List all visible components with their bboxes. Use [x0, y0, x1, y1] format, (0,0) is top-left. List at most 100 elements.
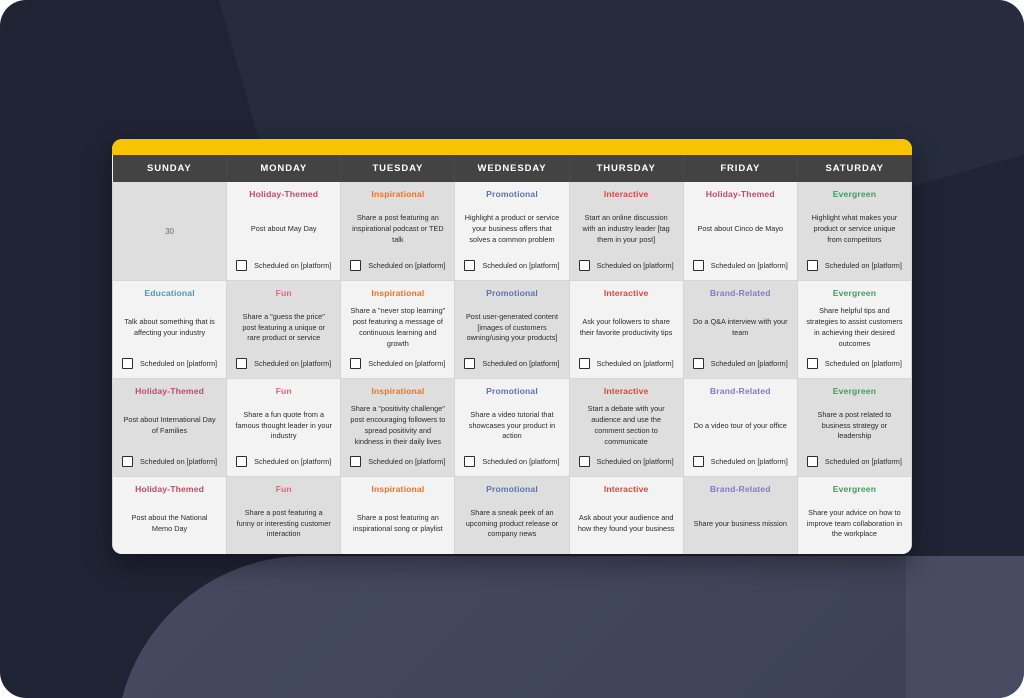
calendar-day-cell[interactable]: Holiday-Themed Post about International D… [112, 378, 228, 477]
post-description: Share a video tutorial that showcases yo… [460, 398, 563, 455]
post-description: Post about the National Memo Day [118, 496, 221, 553]
calendar-day-cell[interactable]: Interactive Start a debate with your audi… [568, 378, 684, 477]
day-cell-inner: Promotional Share a video tutorial that s… [455, 379, 568, 476]
post-description: Share a post featuring an inspirational … [346, 496, 449, 553]
post-description-text: Share a post featuring a funny or intere… [236, 507, 331, 539]
calendar-day-cell[interactable]: Brand-Related Do a Q&A interview with you… [682, 280, 798, 379]
scheduled-checkbox[interactable] [122, 456, 133, 467]
post-description: Start a debate with your audience and us… [575, 398, 678, 455]
day-cell-inner: Holiday-Themed Post about International D… [113, 379, 226, 476]
scheduled-checkbox[interactable] [464, 260, 476, 271]
scheduled-row[interactable]: Scheduled on [platform] [803, 259, 906, 275]
post-category-label: Interactive [603, 189, 649, 199]
scheduled-row[interactable]: Scheduled on [platform] [689, 553, 792, 555]
calendar-day-cell[interactable]: Holiday-Themed Post about Cinco de Mayo Sc… [682, 182, 798, 281]
scheduled-checkbox[interactable] [236, 456, 248, 467]
scheduled-checkbox[interactable] [692, 260, 704, 271]
scheduled-row[interactable]: Scheduled on [platform] [232, 357, 335, 373]
calendar-day-cell[interactable]: Interactive Start an online discussion wi… [568, 182, 684, 281]
calendar-day-cell[interactable]: Brand-Related Do a video tour of your off… [682, 378, 798, 477]
calendar-day-cell[interactable]: Brand-Related Share your business mission… [682, 476, 798, 555]
calendar-day-cell[interactable]: Inspirational Share a post featuring an i… [340, 476, 456, 555]
post-description-text: Ask your followers to share their favori… [579, 317, 673, 337]
calendar-day-cell[interactable]: Interactive Ask about your audience and h… [568, 476, 684, 555]
post-description: Share a post featuring an inspirational … [346, 201, 449, 259]
calendar-day-cell[interactable]: Holiday-Themed Post about the National Me… [112, 476, 228, 555]
scheduled-checkbox[interactable] [806, 260, 818, 271]
scheduled-row[interactable]: Scheduled on [platform] [575, 455, 678, 471]
scheduled-row[interactable]: Scheduled on [platform] [232, 259, 335, 275]
scheduled-row[interactable]: Scheduled on [platform] [346, 357, 449, 373]
scheduled-row[interactable]: Scheduled on [platform] [346, 553, 449, 555]
post-category-label: Holiday-Themed [705, 189, 775, 199]
calendar-day-cell[interactable]: Inspirational Share a "positivity challen… [340, 378, 456, 477]
calendar-day-cell[interactable]: Promotional Share a video tutorial that s… [454, 378, 570, 477]
scheduled-row[interactable]: Scheduled on [platform] [803, 455, 906, 471]
scheduled-row[interactable]: Scheduled on [platform] [118, 455, 221, 471]
scheduled-row[interactable]: Scheduled on [platform] [689, 455, 792, 471]
scheduled-checkbox[interactable] [464, 358, 476, 369]
scheduled-checkbox[interactable] [692, 358, 704, 369]
scheduled-row[interactable]: Scheduled on [platform] [118, 553, 221, 555]
day-cell-inner: Promotional Share a sneak peek of an upco… [455, 477, 568, 555]
calendar-day-cell[interactable]: Evergreen Share a post related to busines… [796, 378, 912, 477]
scheduled-row[interactable]: Scheduled on [platform] [689, 357, 792, 373]
calendar-day-cell[interactable]: Promotional Post user-generated content [… [454, 280, 570, 379]
scheduled-row[interactable]: Scheduled on [platform] [803, 357, 906, 373]
scheduled-row[interactable]: Scheduled on [platform] [575, 357, 678, 373]
scheduled-row[interactable]: Scheduled on [platform] [232, 553, 335, 555]
calendar-day-cell[interactable]: Holiday-Themed Post about May Day Schedule… [226, 182, 342, 281]
calendar-day-cell[interactable]: Fun Share a "guess the price" post featur… [226, 280, 342, 379]
scheduled-row[interactable]: Scheduled on [platform] [460, 357, 563, 373]
calendar-day-cell[interactable]: Fun Share a fun quote from a famous thoug… [226, 378, 342, 477]
calendar-day-cell[interactable]: Educational Talk about something that is … [112, 280, 228, 379]
day-cell-inner: Fun Share a fun quote from a famous thoug… [227, 379, 340, 476]
scheduled-checkbox[interactable] [464, 456, 476, 467]
scheduled-checkbox[interactable] [578, 358, 590, 369]
scheduled-checkbox[interactable] [236, 260, 248, 271]
scheduled-row[interactable]: Scheduled on [platform] [575, 259, 678, 275]
scheduled-row[interactable]: Scheduled on [platform] [689, 259, 792, 275]
scheduled-row[interactable]: Scheduled on [platform] [803, 553, 906, 555]
calendar-day-cell[interactable]: Inspirational Share a post featuring an i… [340, 182, 456, 281]
calendar-day-cell[interactable]: Evergreen Share helpful tips and strategi… [796, 280, 912, 379]
scheduled-checkbox[interactable] [350, 260, 362, 271]
post-description-text: Talk about something that is affecting y… [124, 317, 215, 337]
scheduled-row[interactable]: Scheduled on [platform] [460, 455, 563, 471]
scheduled-checkbox[interactable] [122, 358, 133, 369]
scheduled-checkbox[interactable] [578, 260, 590, 271]
scheduled-checkbox[interactable] [350, 358, 362, 369]
scheduled-row[interactable]: Scheduled on [platform] [575, 553, 678, 555]
scheduled-row[interactable]: Scheduled on [platform] [460, 259, 563, 275]
scheduled-label: Scheduled on [platform] [596, 359, 674, 368]
scheduled-row[interactable]: Scheduled on [platform] [118, 357, 221, 373]
calendar-week-row: 30 Holiday-Themed Post about May Day Schedu… [112, 182, 912, 281]
post-description: Start an online discussion with an indus… [575, 201, 678, 259]
calendar-week-row: Holiday-Themed Post about International D… [112, 378, 912, 477]
scheduled-checkbox[interactable] [350, 456, 362, 467]
calendar-day-cell-empty[interactable]: 30 [112, 182, 228, 281]
calendar-day-cell[interactable]: Interactive Ask your followers to share t… [568, 280, 684, 379]
day-cell-inner: Holiday-Themed Post about May Day Schedule… [227, 182, 340, 280]
post-category-label: Fun [275, 483, 292, 494]
scheduled-row[interactable]: Scheduled on [platform] [346, 259, 449, 275]
scheduled-checkbox[interactable] [236, 358, 248, 369]
calendar-day-cell[interactable]: Fun Share a post featuring a funny or int… [226, 476, 342, 555]
scheduled-checkbox[interactable] [806, 456, 818, 467]
calendar-day-cell[interactable]: Evergreen Highlight what makes your produ… [796, 182, 912, 281]
scheduled-checkbox[interactable] [692, 456, 704, 467]
calendar-day-cell[interactable]: Promotional Share a sneak peek of an upco… [454, 476, 570, 555]
scheduled-checkbox[interactable] [578, 456, 590, 467]
scheduled-row[interactable]: Scheduled on [platform] [346, 455, 449, 471]
calendar-day-cell[interactable]: Inspirational Share a "never stop learnin… [340, 280, 456, 379]
scheduled-row[interactable]: Scheduled on [platform] [460, 553, 563, 555]
calendar-day-cell[interactable]: Promotional Highlight a product or servic… [454, 182, 570, 281]
post-category-label: Interactive [603, 483, 649, 494]
calendar-day-cell[interactable]: Evergreen Share your advice on how to imp… [796, 476, 912, 555]
scheduled-row[interactable]: Scheduled on [platform] [232, 455, 335, 471]
day-cell-inner: Inspirational Share a "never stop learnin… [341, 281, 454, 378]
post-description-text: Do a Q&A interview with your team [693, 317, 788, 337]
calendar-column-header: WEDNESDAY [454, 155, 570, 182]
day-cell-inner: Brand-Related Do a Q&A interview with you… [684, 281, 797, 378]
scheduled-checkbox[interactable] [806, 358, 818, 369]
